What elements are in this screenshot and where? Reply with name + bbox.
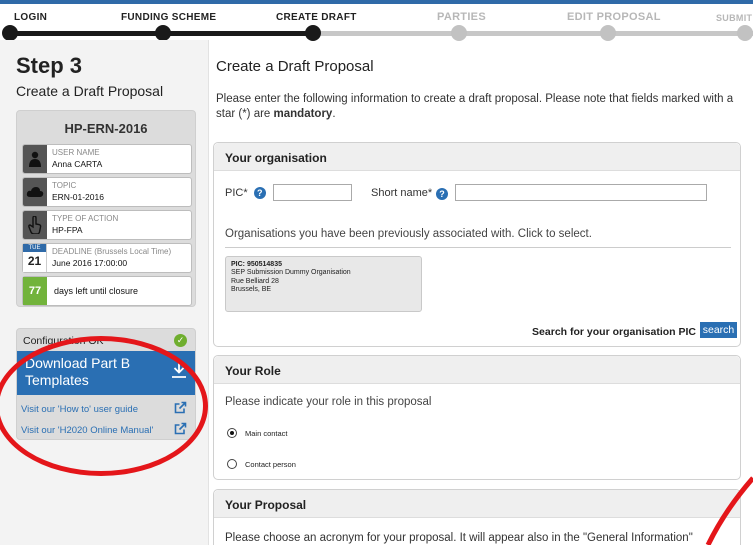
org-pic: PIC: 950514835 [231,261,282,268]
days-left-badge: 77 [23,277,47,305]
progress-track-remaining [313,31,753,36]
main-contact-label: Main contact [245,429,288,438]
help-icon[interactable]: ? [436,188,448,200]
external-link-icon[interactable] [174,401,187,419]
organisation-fields: PIC* ? [225,187,266,200]
role-question: Please indicate your role in this propos… [225,396,432,408]
download-templates-label: Download Part B Templates [25,355,131,388]
page-title: Create a Draft Proposal [216,58,374,75]
configuration-status: Configuration OK [23,335,104,347]
organisation-heading: Your organisation [214,143,740,171]
organisation-card[interactable]: PIC: 950514835 SEP Submission Dummy Orga… [225,256,422,312]
contact-person-label: Contact person [245,460,296,469]
topic-row: TOPIC ERN-01-2016 [22,177,192,207]
organisation-panel: Your organisation PIC* ? Short name* ? O… [213,142,741,347]
deadline-row: TUE 21 DEADLINE (Brussels Local Time) Ju… [22,243,192,273]
step-dot-login [2,25,18,41]
howto-guide-link[interactable]: Visit our 'How to' user guide [21,404,138,415]
search-pic-label: Search for your organisation PIC [532,326,696,338]
wizard-steps: LOGIN FUNDING SCHEME CREATE DRAFT PARTIE… [0,0,753,41]
deadline-weekday: TUE [23,244,46,252]
step-submit: SUBMIT [716,13,753,23]
tools-panel: Configuration OK ✓ Download Part B Templ… [16,328,196,440]
user-icon [23,145,47,173]
call-info-card: HP-ERN-2016 USER NAME Anna CARTA TOPIC E… [16,110,196,307]
external-link-icon[interactable] [174,422,187,439]
pic-input[interactable] [273,184,352,201]
step-login[interactable]: LOGIN [14,12,47,23]
download-icon [171,361,187,384]
sidebar: Step 3 Create a Draft Proposal HP-ERN-20… [0,40,209,545]
top-accent-bar [0,0,753,4]
search-button[interactable]: search [700,322,737,338]
topic-value: ERN-01-2016 [52,192,104,202]
short-name-label: Short name* [371,187,433,199]
days-left-row: 77 days left until closure [22,276,192,306]
org-name: SEP Submission Dummy Organisation [231,269,351,277]
call-identifier: HP-ERN-2016 [64,121,148,136]
hand-pointer-icon [23,211,47,239]
step-funding-scheme[interactable]: FUNDING SCHEME [121,12,216,23]
step-title: Step 3 [16,53,83,78]
proposal-text: Please choose an acronym for your propos… [225,532,693,544]
main-content: Create a Draft Proposal Please enter the… [209,40,753,545]
intro-text: Please enter the following information t… [216,93,734,120]
contact-person-radio[interactable] [227,459,237,469]
proposal-panel: Your Proposal Please choose an acronym f… [213,489,741,545]
cloud-icon [23,178,47,206]
step-subtitle: Create a Draft Proposal [16,83,164,99]
action-row: TYPE OF ACTION HP-FPA [22,210,192,240]
help-icon[interactable]: ? [253,187,266,200]
divider [225,247,731,248]
calendar-icon: TUE 21 [23,244,47,272]
deadline-label: DEADLINE (Brussels Local Time) [52,247,172,256]
deadline-day-number: 21 [27,254,42,268]
check-icon: ✓ [174,334,187,347]
step-dot-edit-proposal [600,25,616,41]
pic-label: PIC* [225,187,248,199]
main-contact-radio[interactable] [227,428,237,438]
step-dot-submit [737,25,753,41]
action-value: HP-FPA [52,225,83,235]
action-label: TYPE OF ACTION [52,214,119,223]
online-manual-link[interactable]: Visit our 'H2020 Online Manual' [21,425,153,436]
user-value: Anna CARTA [52,159,103,169]
days-left-text: days left until closure [54,286,139,296]
short-name-input[interactable] [455,184,707,201]
step-dot-parties [451,25,467,41]
org-street: Rue Belliard 28 [231,277,279,285]
deadline-value: June 2016 17:00:00 [52,258,128,268]
role-heading: Your Role [214,356,740,384]
step-edit-proposal: EDIT PROPOSAL [567,11,661,23]
role-panel: Your Role Please indicate your role in t… [213,355,741,480]
user-label: USER NAME [52,148,100,157]
proposal-heading: Your Proposal [214,490,740,518]
step-create-draft: CREATE DRAFT [276,12,357,23]
step-parties: PARTIES [437,11,486,23]
mandatory-word: mandatory [273,108,333,120]
topic-label: TOPIC [52,181,77,190]
org-city: Brussels, BE [231,286,272,294]
associated-orgs-text: Organisations you have been previously a… [225,228,592,240]
download-templates-button[interactable]: Download Part B Templates [17,351,195,395]
user-row: USER NAME Anna CARTA [22,144,192,174]
step-dot-create-draft [305,25,321,41]
step-dot-funding-scheme [155,25,171,41]
